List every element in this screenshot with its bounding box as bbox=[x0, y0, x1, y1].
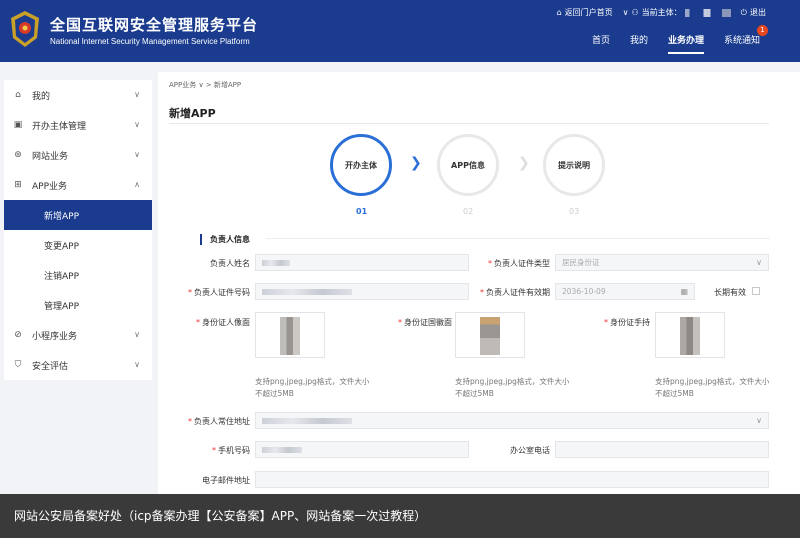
return-portal-link[interactable]: ⌂ 返回门户首页 bbox=[557, 7, 613, 18]
upload-hint: 支持png,jpeg,jpg格式，文件大小不超过5MB bbox=[655, 377, 770, 398]
id-type-select[interactable]: 居民身份证 ∨ bbox=[555, 254, 769, 271]
redacted-value bbox=[262, 260, 290, 266]
photo-hold-label: * 身份证手持 bbox=[604, 318, 650, 327]
id-photo-thumbnail bbox=[280, 317, 300, 355]
current-subject[interactable]: ∨ ⚇ 当前主体： bbox=[623, 7, 731, 18]
id-number-label: * 负责人证件号码 bbox=[188, 288, 250, 297]
logout-link[interactable]: ⏻ 退出 bbox=[741, 7, 766, 18]
nav-notifications[interactable]: 系统通知 1 bbox=[724, 25, 768, 54]
title-divider bbox=[169, 123, 769, 124]
briefcase-icon: ▣ bbox=[13, 120, 23, 130]
breadcrumb: APP业务 ∨ > 新增APP bbox=[169, 81, 242, 89]
page-title: 新增APP bbox=[169, 107, 216, 120]
main-panel: APP业务 ∨ > 新增APP 新增APP 开办主体 01 ❯ APP信息 02… bbox=[158, 72, 800, 502]
subject-name-redacted bbox=[684, 8, 731, 17]
user-icon: ⚇ bbox=[631, 8, 639, 17]
redacted-value bbox=[262, 418, 352, 424]
sidebar-item-security[interactable]: ⛉ 安全评估 ∨ bbox=[4, 350, 152, 380]
grid-icon: ⊞ bbox=[14, 180, 22, 190]
sidebar-sub-add-app[interactable]: 新增APP bbox=[4, 200, 152, 230]
chevron-right-icon: ❯ bbox=[518, 155, 530, 171]
sidebar-sub-manage-app[interactable]: 管理APP bbox=[4, 290, 152, 320]
long-term-checkbox[interactable] bbox=[752, 287, 760, 295]
long-term-label: 长期有效 bbox=[714, 288, 746, 297]
chevron-down-icon: ∨ bbox=[134, 330, 140, 339]
address-label: * 负责人常住地址 bbox=[188, 417, 250, 426]
sidebar-sub-change-app[interactable]: 变更APP bbox=[4, 230, 152, 260]
main-nav: 首页 我的 业务办理 系统通知 1 bbox=[592, 25, 768, 54]
name-input[interactable] bbox=[255, 254, 469, 271]
id-valid-label: * 负责人证件有效期 bbox=[480, 288, 550, 297]
chevron-down-icon: ∨ bbox=[134, 360, 140, 369]
email-input[interactable] bbox=[255, 471, 769, 488]
chevron-right-icon: ❯ bbox=[410, 155, 422, 171]
chevron-down-icon: ∨ bbox=[134, 150, 140, 159]
redacted-value bbox=[262, 289, 352, 295]
section-divider bbox=[266, 238, 770, 239]
platform-title-en: National Internet Security Management Se… bbox=[50, 37, 250, 46]
sidebar-item-subject[interactable]: ▣ 开办主体管理 ∨ bbox=[4, 110, 152, 140]
phone-label: * 手机号码 bbox=[212, 446, 250, 455]
sidebar-item-mine[interactable]: ⌂ 我的 ∨ bbox=[4, 80, 152, 110]
step-subject: 开办主体 bbox=[330, 134, 392, 196]
home-icon: ⌂ bbox=[556, 8, 562, 17]
chevron-down-icon: ∨ bbox=[134, 120, 140, 129]
step-num-3: 03 bbox=[569, 207, 580, 216]
photo-emblem-label: * 身份证国徽面 bbox=[398, 318, 452, 327]
photo-portrait-label: * 身份证人像面 bbox=[196, 318, 250, 327]
sidebar: ⌂ 我的 ∨ ▣ 开办主体管理 ∨ ⊛ 网站业务 ∨ ⊞ APP业务 ∧ 新增A… bbox=[4, 80, 152, 380]
step-num-2: 02 bbox=[463, 207, 474, 216]
sidebar-item-miniprogram[interactable]: ⊘ 小程序业务 ∨ bbox=[4, 320, 152, 350]
address-select[interactable]: ∨ bbox=[255, 412, 769, 429]
chevron-down-icon: ∨ bbox=[134, 90, 140, 99]
nav-mine[interactable]: 我的 bbox=[630, 33, 648, 54]
power-icon: ⏻ bbox=[740, 7, 747, 17]
nav-home[interactable]: 首页 bbox=[592, 33, 610, 54]
section-title: 负责人信息 bbox=[200, 234, 250, 245]
nav-business[interactable]: 业务办理 bbox=[667, 33, 704, 54]
notification-badge: 1 bbox=[757, 25, 768, 36]
step-app-info: APP信息 bbox=[437, 134, 499, 196]
sidebar-item-website[interactable]: ⊛ 网站业务 ∨ bbox=[4, 140, 152, 170]
name-label: 负责人姓名 bbox=[210, 259, 250, 268]
upload-hint: 支持png,jpeg,jpg格式，文件大小不超过5MB bbox=[455, 377, 570, 398]
office-phone-input[interactable] bbox=[555, 441, 769, 458]
id-photo-thumbnail bbox=[480, 317, 500, 355]
platform-title: 全国互联网安全管理服务平台 bbox=[50, 16, 259, 34]
chevron-up-icon: ∧ bbox=[134, 180, 140, 189]
phone-input[interactable] bbox=[255, 441, 469, 458]
id-type-label: * 负责人证件类型 bbox=[488, 259, 550, 268]
top-header: 全国互联网安全管理服务平台 National Internet Security… bbox=[0, 0, 800, 62]
calendar-icon: ▦ bbox=[680, 287, 688, 296]
sidebar-item-app[interactable]: ⊞ APP业务 ∧ bbox=[4, 170, 152, 200]
id-photo-thumbnail bbox=[680, 317, 700, 355]
top-links: ⌂ 返回门户首页 ∨ ⚇ 当前主体： ⏻ 退出 bbox=[557, 7, 766, 18]
step-notice: 提示说明 bbox=[543, 134, 605, 196]
redacted-value bbox=[262, 447, 302, 453]
police-emblem-icon bbox=[11, 11, 39, 47]
step-num-1: 01 bbox=[356, 207, 368, 216]
upload-hold[interactable] bbox=[655, 312, 725, 358]
office-phone-label: 办公室电话 bbox=[510, 446, 550, 455]
caption-bar: 网站公安局备案好处（icp备案办理【公安备案】APP、网站备案一次过教程） bbox=[0, 494, 800, 538]
chevron-down-icon: ∨ bbox=[622, 8, 629, 17]
shield-icon: ⛉ bbox=[14, 360, 22, 370]
id-number-input[interactable] bbox=[255, 283, 469, 300]
chevron-down-icon: ∨ bbox=[756, 416, 762, 425]
upload-hint: 支持png,jpeg,jpg格式，文件大小不超过5MB bbox=[255, 377, 370, 398]
sidebar-sub-cancel-app[interactable]: 注销APP bbox=[4, 260, 152, 290]
chevron-down-icon: ∨ bbox=[756, 258, 762, 267]
id-valid-date[interactable]: 2036-10-09 ▦ bbox=[555, 283, 695, 300]
upload-emblem[interactable] bbox=[455, 312, 525, 358]
upload-portrait[interactable] bbox=[255, 312, 325, 358]
email-label: 电子邮件地址 bbox=[202, 476, 250, 485]
home-icon: ⌂ bbox=[15, 90, 21, 100]
compass-icon: ⊘ bbox=[14, 330, 22, 340]
globe-icon: ⊛ bbox=[14, 150, 22, 160]
